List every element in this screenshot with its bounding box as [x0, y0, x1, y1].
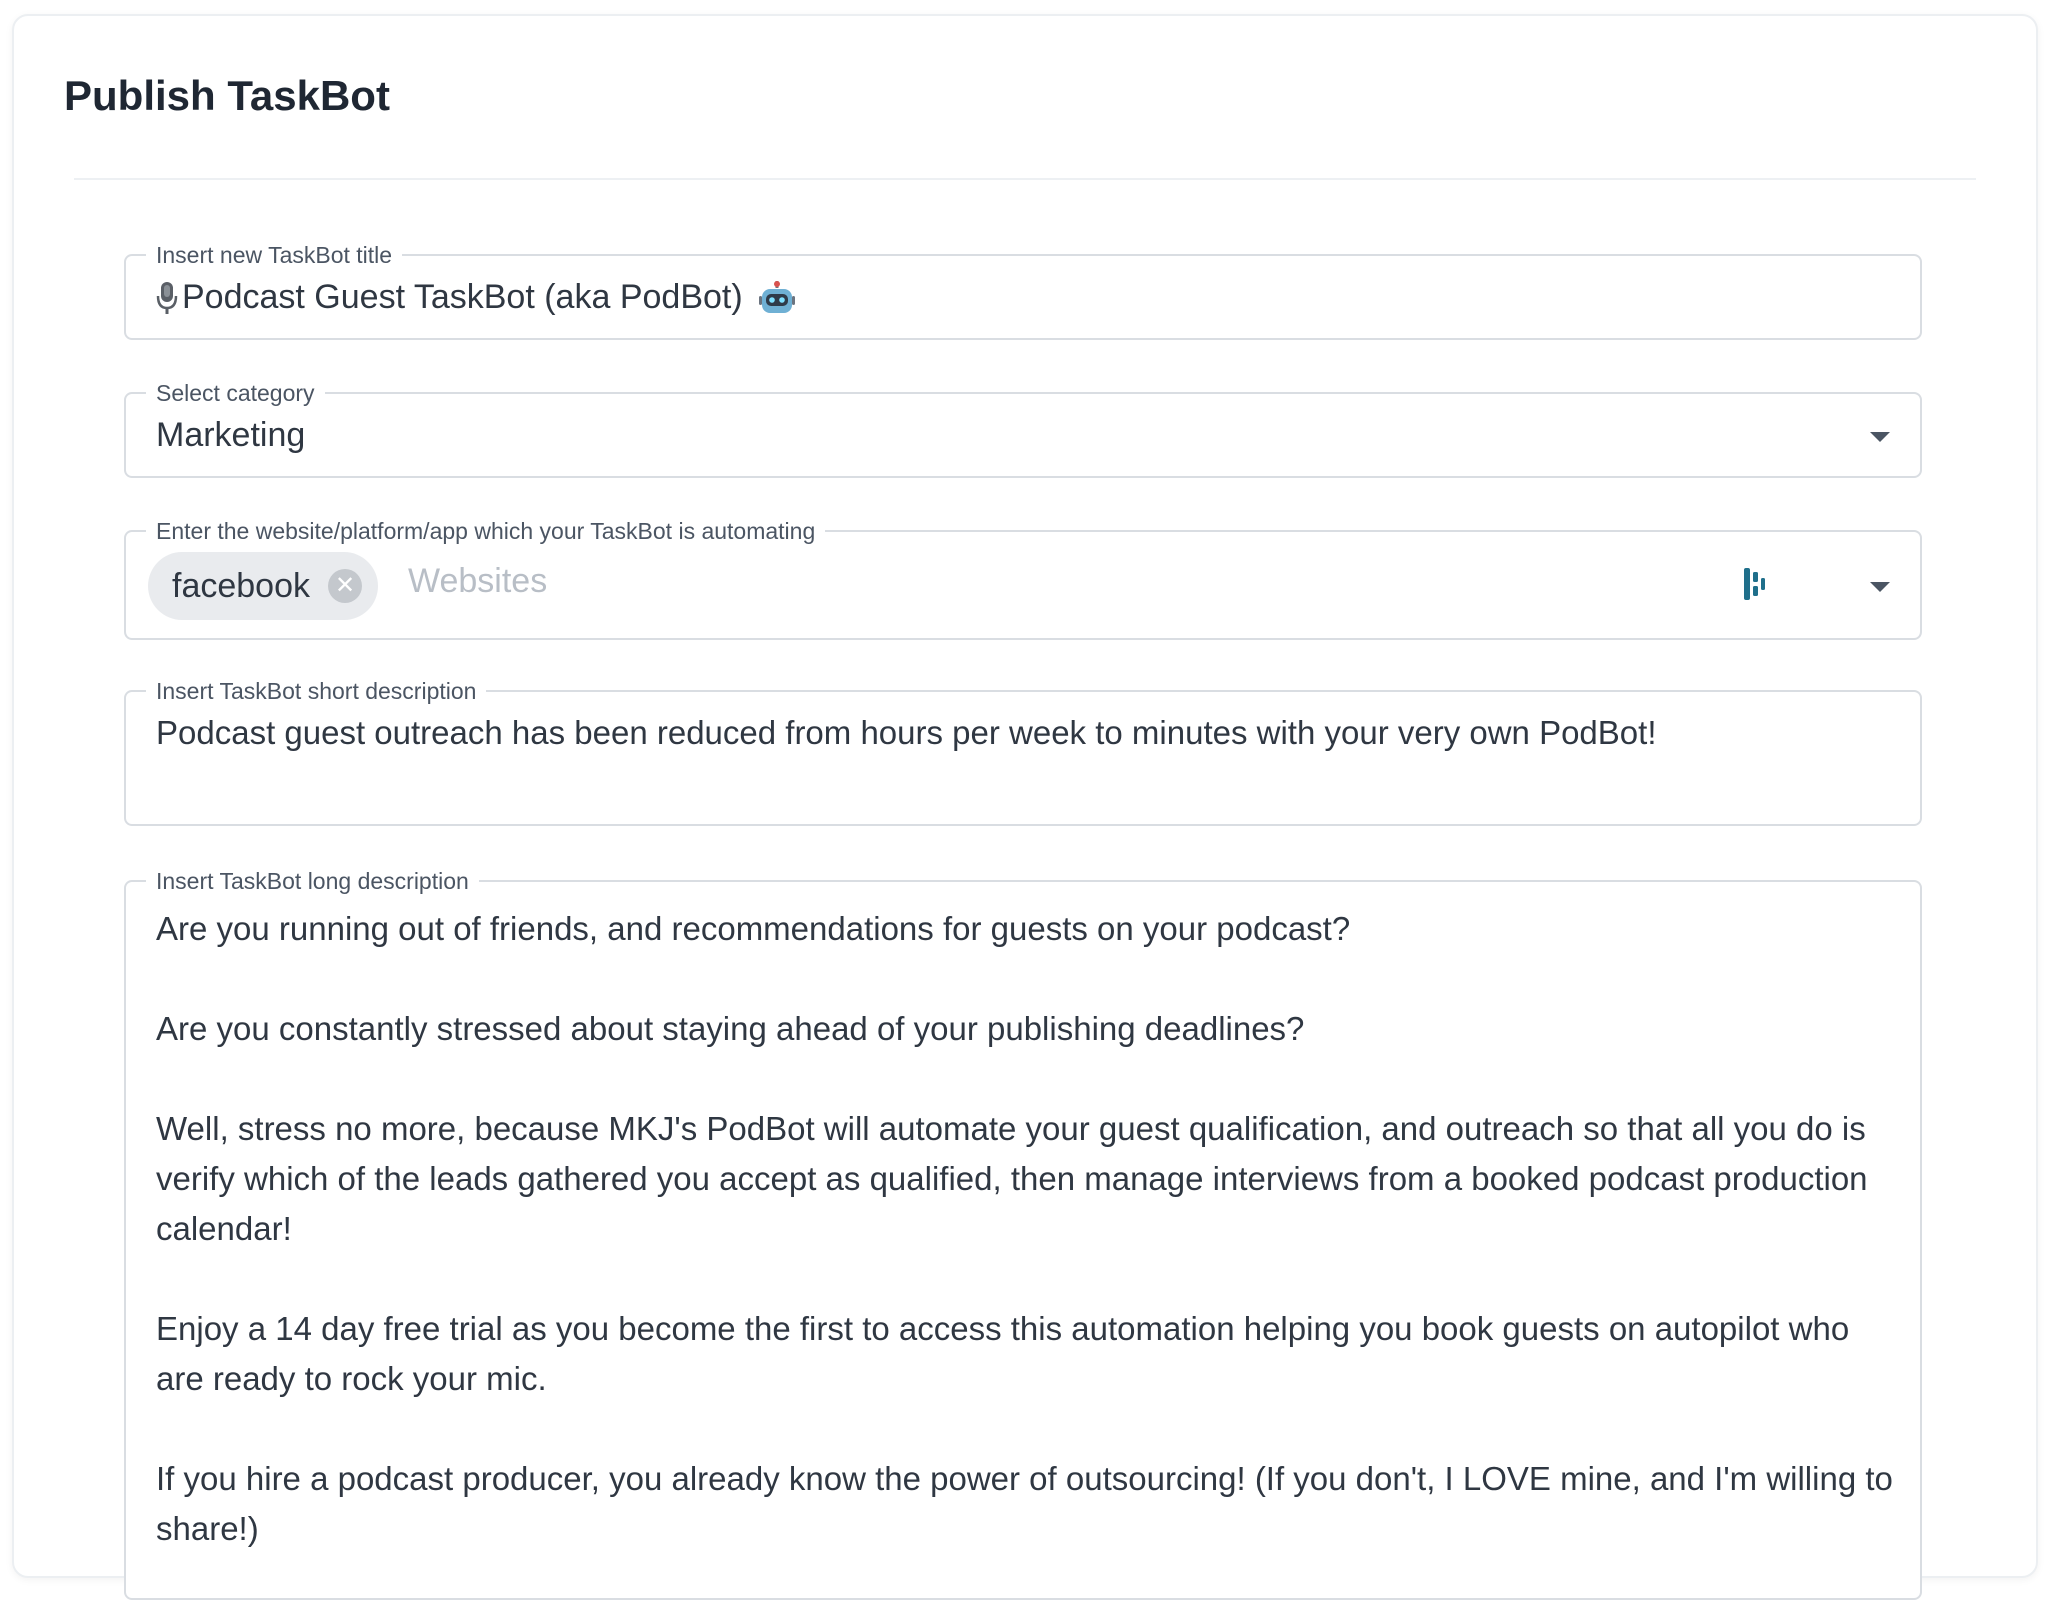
- extension-icon[interactable]: [1742, 566, 1770, 602]
- chevron-down-icon[interactable]: [1870, 432, 1890, 442]
- chevron-down-icon[interactable]: [1870, 582, 1890, 592]
- microphone-icon: [156, 281, 178, 314]
- long-description-paragraph: Well, stress no more, because MKJ's PodB…: [156, 1110, 1868, 1247]
- long-description-paragraph: If you hire a podcast producer, you alre…: [156, 1460, 1893, 1547]
- short-description-text: Podcast guest outreach has been reduced …: [156, 714, 1657, 751]
- category-value: Marketing: [156, 416, 306, 454]
- long-description-paragraph: Enjoy a 14 day free trial as you become …: [156, 1310, 1850, 1397]
- website-chip-facebook[interactable]: facebook ✕: [148, 552, 378, 620]
- category-label: Select category: [146, 378, 325, 408]
- long-description-paragraph: Are you constantly stressed about stayin…: [156, 1010, 1305, 1047]
- website-autocomplete[interactable]: Enter the website/platform/app which you…: [124, 516, 1922, 640]
- taskbot-title-field[interactable]: Insert new TaskBot title Podcast Guest T…: [124, 240, 1922, 340]
- short-description-field[interactable]: Insert TaskBot short description Podcast…: [124, 676, 1922, 826]
- long-description-field[interactable]: Insert TaskBot long description Are you …: [124, 866, 1922, 1600]
- short-description-label: Insert TaskBot short description: [146, 676, 487, 706]
- website-label: Enter the website/platform/app which you…: [146, 516, 826, 546]
- long-description-paragraph: Are you running out of friends, and reco…: [156, 910, 1351, 947]
- title-divider: [74, 178, 1976, 180]
- robot-icon: [758, 280, 795, 313]
- page-title: Publish TaskBot: [64, 72, 390, 119]
- taskbot-title-text: Podcast Guest TaskBot (aka PodBot): [182, 278, 743, 316]
- chip-label: facebook: [172, 566, 310, 605]
- category-select[interactable]: Select category Marketing: [124, 378, 1922, 478]
- website-input-placeholder[interactable]: Websites: [408, 562, 547, 601]
- taskbot-title-label: Insert new TaskBot title: [146, 240, 403, 270]
- chip-remove-icon[interactable]: ✕: [328, 569, 362, 603]
- taskbot-title-value-wrap[interactable]: Podcast Guest TaskBot (aka PodBot): [156, 278, 795, 317]
- long-description-label: Insert TaskBot long description: [146, 866, 479, 896]
- long-description-text: Are you running out of friends, and reco…: [156, 904, 1894, 1604]
